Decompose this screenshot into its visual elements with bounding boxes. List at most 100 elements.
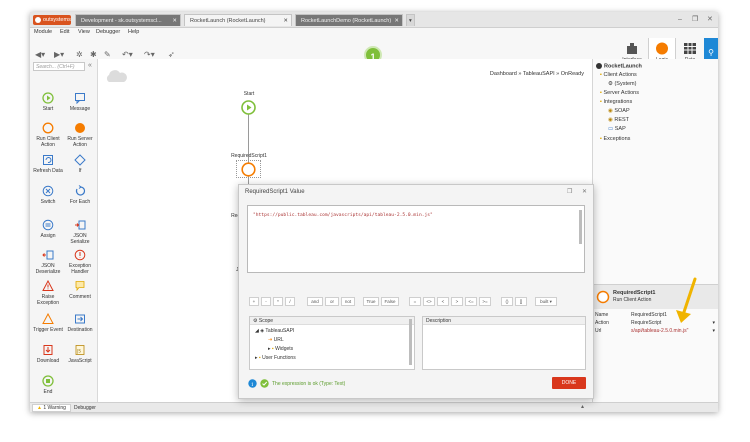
- operator-greater-equal-button[interactable]: >=: [479, 297, 491, 306]
- tab-dropdown[interactable]: ▾: [406, 14, 415, 26]
- tree-item-soap[interactable]: ◉ SOAP: [608, 108, 630, 114]
- operator-or-button[interactable]: or: [325, 297, 339, 306]
- chevron-down-icon[interactable]: ▾: [712, 320, 715, 326]
- warnings-tab[interactable]: ▲ 1 Warning: [32, 404, 71, 412]
- close-icon[interactable]: ✕: [283, 15, 288, 26]
- done-button[interactable]: DONE: [552, 377, 586, 389]
- tool-exception-handler[interactable]: Exception Handler: [64, 249, 96, 275]
- tool-assign[interactable]: Assign: [32, 219, 64, 239]
- menu-view[interactable]: View: [78, 29, 90, 35]
- forward-icon[interactable]: ▶▾: [54, 50, 64, 59]
- tool-switch[interactable]: Switch: [32, 185, 64, 205]
- gear-icon[interactable]: ✲: [76, 50, 83, 59]
- tool-start[interactable]: Start: [32, 92, 64, 112]
- breakpoint-icon[interactable]: ✎: [104, 50, 111, 59]
- scope-item-widgets[interactable]: ▸ ▪ Widgets: [268, 346, 293, 352]
- maximize-icon[interactable]: ❐: [567, 188, 572, 195]
- input-parameter-icon: ⇥: [268, 337, 273, 343]
- required-script1-node[interactable]: [241, 162, 256, 177]
- operator-not-button[interactable]: not: [341, 297, 355, 306]
- publish-icon[interactable]: ➶: [168, 50, 175, 59]
- tab-rocketlaunch[interactable]: RocketLaunch (RocketLaunch) ✕: [184, 14, 292, 26]
- operator-equals-button[interactable]: =: [409, 297, 421, 306]
- tool-trigger-event[interactable]: Trigger Event: [32, 313, 64, 333]
- tool-comment[interactable]: Comment: [64, 280, 96, 300]
- tree-item-sap[interactable]: ▭ SAP: [608, 126, 626, 132]
- built-in-functions-dropdown[interactable]: built ▾: [535, 297, 557, 306]
- close-window-button[interactable]: ✕: [707, 14, 713, 26]
- operator-and-button[interactable]: and: [307, 297, 323, 306]
- operator-less-than-button[interactable]: <: [437, 297, 449, 306]
- toolbox-search-input[interactable]: Search... (Ctrl+F): [33, 62, 85, 71]
- operator-minus-button[interactable]: -: [261, 297, 271, 306]
- tool-for-each[interactable]: For Each: [64, 185, 96, 205]
- tree-item-rest[interactable]: ◉ REST: [608, 117, 629, 123]
- tool-refresh-data[interactable]: Refresh Data: [32, 154, 64, 174]
- start-node[interactable]: [241, 100, 256, 115]
- back-icon[interactable]: ◀▾: [35, 50, 45, 59]
- chevron-down-icon[interactable]: ▾: [712, 328, 715, 334]
- maximize-button[interactable]: ❐: [692, 14, 698, 26]
- scope-item-user-functions[interactable]: ▸ ▪ User Functions: [255, 355, 296, 361]
- tool-raise-exception[interactable]: Raise Exception: [32, 280, 64, 306]
- expand-icon[interactable]: ▴: [581, 403, 584, 410]
- tool-message[interactable]: Message: [64, 92, 96, 112]
- tool-label: Raise Exception: [37, 294, 59, 306]
- menu-debugger[interactable]: Debugger: [96, 29, 120, 35]
- scope-header: ⚙ Scope: [250, 317, 414, 325]
- menu-help[interactable]: Help: [128, 29, 139, 35]
- menu-edit[interactable]: Edit: [60, 29, 69, 35]
- operator-parentheses-button[interactable]: (): [501, 297, 513, 306]
- tab-rocketlaunchdemo[interactable]: RocketLaunchDemo (RocketLaunch) ✕: [295, 14, 403, 26]
- tool-if[interactable]: If: [64, 154, 96, 174]
- tab-label: RocketLaunch (RocketLaunch): [190, 18, 266, 24]
- undo-icon[interactable]: ↶▾: [122, 50, 133, 59]
- operator-not-equals-button[interactable]: <>: [423, 297, 435, 306]
- close-icon[interactable]: ✕: [582, 188, 587, 195]
- operator-divide-button[interactable]: /: [285, 297, 295, 306]
- operator-multiply-button[interactable]: *: [273, 297, 283, 306]
- orange-circle-icon: [656, 42, 668, 55]
- tool-javascript[interactable]: JS JavaScript: [64, 344, 96, 364]
- operator-plus-button[interactable]: +: [249, 297, 259, 306]
- tree-item-client-actions[interactable]: ▪ Client Actions: [600, 72, 637, 78]
- scope-item-url[interactable]: ⇥ URL: [268, 337, 284, 343]
- tab-environment[interactable]: Development - sk.outsystemscl... ✕: [75, 14, 181, 26]
- close-icon[interactable]: ✕: [172, 15, 177, 26]
- cloud-icon: [106, 70, 127, 82]
- redo-icon[interactable]: ↷▾: [144, 50, 155, 59]
- tool-json-deserialize[interactable]: JSON Deserialize: [32, 249, 64, 275]
- expression-scrollbar[interactable]: [579, 210, 582, 244]
- operator-less-equal-button[interactable]: <=: [465, 297, 477, 306]
- close-icon[interactable]: ✕: [394, 15, 399, 26]
- tree-root[interactable]: RocketLaunch: [596, 63, 642, 69]
- comment-icon: [75, 281, 85, 292]
- debugger-tab[interactable]: Debugger: [74, 405, 96, 411]
- debug-icon[interactable]: ✱: [90, 50, 97, 59]
- operator-false-button[interactable]: False: [381, 297, 399, 306]
- tree-item-system[interactable]: ⚙ (System): [608, 81, 636, 87]
- tree-item-server-actions[interactable]: ▪ Server Actions: [600, 90, 639, 96]
- expression-input[interactable]: "https://public.tableau.com/javascripts/…: [247, 205, 585, 273]
- tool-download[interactable]: Download: [32, 344, 64, 364]
- menu-module[interactable]: Module: [34, 29, 52, 35]
- svg-text:i: i: [251, 382, 253, 388]
- operator-greater-than-button[interactable]: >: [451, 297, 463, 306]
- scope-scrollbar[interactable]: [409, 319, 412, 365]
- info-icon[interactable]: i: [248, 379, 257, 388]
- tool-label: Refresh Data: [33, 168, 63, 174]
- tool-end[interactable]: End: [32, 375, 64, 395]
- operator-true-button[interactable]: True: [363, 297, 379, 306]
- property-row-url[interactable]: Url s/api/tableau-2.5.0.min.js" ▾: [595, 328, 717, 334]
- tree-item-exceptions[interactable]: ▪ Exceptions: [600, 136, 630, 142]
- annotation-arrow-icon: [676, 277, 697, 323]
- operator-brackets-button[interactable]: []: [515, 297, 527, 306]
- tree-item-integrations[interactable]: ▪ Integrations: [600, 99, 632, 105]
- scope-item-tableausapi[interactable]: ◢ ◈ TableauSAPI: [255, 328, 294, 334]
- collapse-toolbox-button[interactable]: «: [88, 62, 92, 69]
- tool-run-server-action[interactable]: Run Server Action: [64, 122, 96, 148]
- tool-destination[interactable]: Destination: [64, 313, 96, 333]
- tool-run-client-action[interactable]: Run Client Action: [32, 122, 64, 148]
- minimize-button[interactable]: –: [678, 14, 682, 26]
- tool-json-serialize[interactable]: JSON Serialize: [64, 219, 96, 245]
